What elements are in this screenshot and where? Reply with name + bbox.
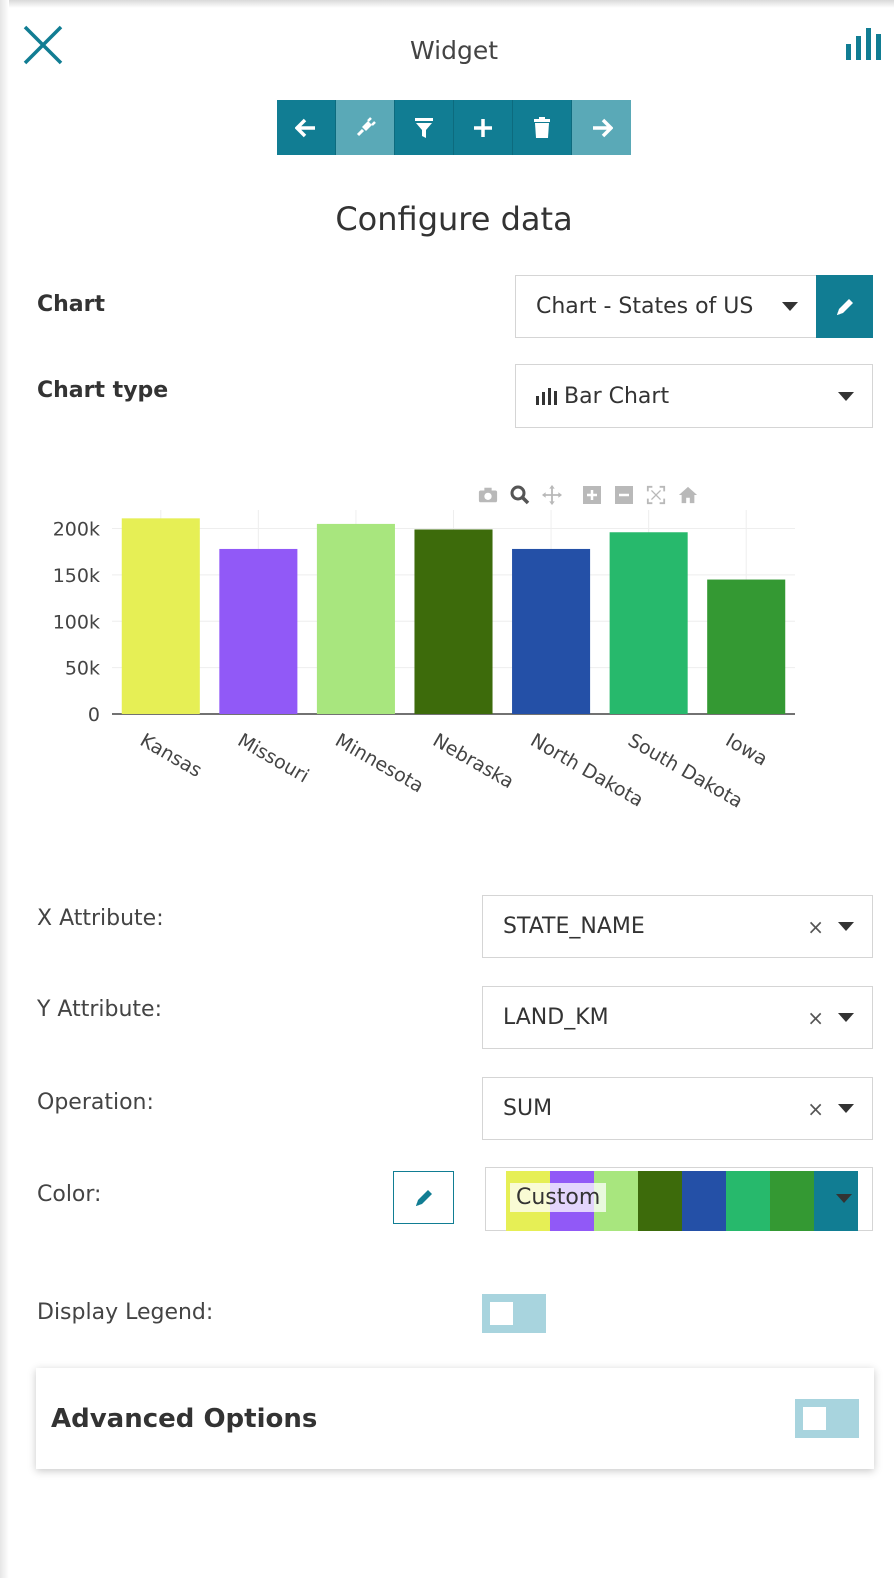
bar-chart-icon bbox=[516, 386, 558, 406]
color-swatch bbox=[726, 1171, 770, 1231]
advanced-options-title: Advanced Options bbox=[51, 1404, 318, 1434]
x-tick-label: Missouri bbox=[234, 729, 313, 787]
chevron-down-icon bbox=[782, 302, 798, 311]
bar[interactable] bbox=[414, 529, 493, 714]
x-attribute-select[interactable]: STATE_NAME × bbox=[482, 895, 873, 958]
chart-select[interactable]: Chart - States of US bbox=[515, 275, 817, 338]
edit-chart-button[interactable] bbox=[816, 275, 873, 338]
section-title: Configure data bbox=[335, 200, 573, 238]
bar[interactable] bbox=[316, 523, 395, 714]
chart-type-select[interactable]: Bar Chart bbox=[515, 364, 873, 428]
bar[interactable] bbox=[609, 532, 688, 714]
y-attribute-label: Y Attribute: bbox=[37, 997, 162, 1022]
delete-button[interactable] bbox=[513, 100, 572, 155]
y-tick-label: 100k bbox=[53, 611, 100, 633]
pencil-icon bbox=[836, 298, 853, 315]
operation-value: SUM bbox=[503, 1096, 553, 1121]
color-swatch bbox=[770, 1171, 814, 1231]
chevron-down-icon bbox=[836, 1194, 852, 1203]
bar[interactable] bbox=[512, 548, 591, 714]
plug-icon bbox=[356, 116, 376, 136]
chevron-down-icon bbox=[838, 391, 854, 401]
widget-title: Widget bbox=[409, 36, 499, 65]
y-tick-label: 0 bbox=[88, 704, 100, 726]
bar-chart-icon[interactable] bbox=[844, 24, 890, 64]
color-scheme-value: Custom bbox=[510, 1183, 607, 1212]
y-tick-label: 200k bbox=[53, 519, 100, 541]
arrow-right-icon bbox=[592, 118, 613, 137]
color-swatch bbox=[638, 1171, 682, 1231]
operation-select[interactable]: SUM × bbox=[482, 1077, 873, 1140]
display-legend-toggle[interactable] bbox=[482, 1294, 546, 1333]
chevron-down-icon bbox=[838, 922, 854, 931]
filter-icon bbox=[415, 117, 433, 138]
clear-y-attribute-button[interactable]: × bbox=[807, 1006, 824, 1030]
widget-toolbar bbox=[277, 100, 631, 155]
x-tick-label: Iowa bbox=[722, 729, 771, 770]
connect-button[interactable] bbox=[336, 100, 395, 155]
x-tick-label: Minnesota bbox=[331, 729, 427, 797]
operation-label: Operation: bbox=[37, 1090, 154, 1115]
chevron-down-icon bbox=[838, 1104, 854, 1113]
advanced-options-panel: Advanced Options bbox=[36, 1368, 874, 1469]
plus-icon bbox=[474, 118, 492, 137]
color-swatch bbox=[682, 1171, 726, 1231]
y-tick-label: 150k bbox=[53, 565, 100, 587]
clear-x-attribute-button[interactable]: × bbox=[807, 915, 824, 939]
color-label: Color: bbox=[37, 1182, 102, 1207]
bar-chart-plot: 0 50k 100k 150k 200k Kansas Missouri Minnesota N… bbox=[53, 510, 795, 813]
next-button[interactable] bbox=[572, 100, 631, 155]
toggle-knob bbox=[490, 1302, 513, 1325]
widget-config-panel: Widget Configure data Chart Chart - Stat… bbox=[0, 0, 894, 1578]
chart-type-label: Chart type bbox=[37, 378, 169, 403]
y-tick-label: 50k bbox=[65, 658, 100, 680]
x-attribute-value: STATE_NAME bbox=[503, 914, 645, 939]
filter-button[interactable] bbox=[395, 100, 454, 155]
chart-select-value: Chart - States of US bbox=[536, 294, 754, 319]
x-attribute-label: X Attribute: bbox=[37, 906, 164, 931]
chart-type-value: Bar Chart bbox=[564, 383, 670, 409]
display-legend-label: Display Legend: bbox=[37, 1300, 214, 1325]
y-attribute-select[interactable]: LAND_KM × bbox=[482, 986, 873, 1049]
edit-color-button[interactable] bbox=[393, 1171, 454, 1224]
x-tick-label: Kansas bbox=[136, 729, 205, 782]
add-button[interactable] bbox=[454, 100, 513, 155]
bar[interactable] bbox=[707, 579, 786, 714]
clear-operation-button[interactable]: × bbox=[807, 1097, 824, 1121]
arrow-left-icon bbox=[295, 118, 315, 137]
pencil-icon bbox=[415, 1189, 432, 1206]
x-tick-label: Nebraska bbox=[429, 729, 518, 793]
chart-label: Chart bbox=[37, 292, 106, 317]
y-attribute-value: LAND_KM bbox=[503, 1005, 609, 1030]
bar[interactable] bbox=[219, 548, 298, 714]
bar[interactable] bbox=[121, 518, 200, 714]
trash-icon bbox=[534, 116, 550, 138]
chevron-down-icon bbox=[838, 1013, 854, 1022]
advanced-options-toggle[interactable] bbox=[795, 1399, 859, 1438]
toggle-knob bbox=[803, 1407, 826, 1430]
top-shadow bbox=[0, 0, 894, 8]
back-button[interactable] bbox=[277, 100, 336, 155]
